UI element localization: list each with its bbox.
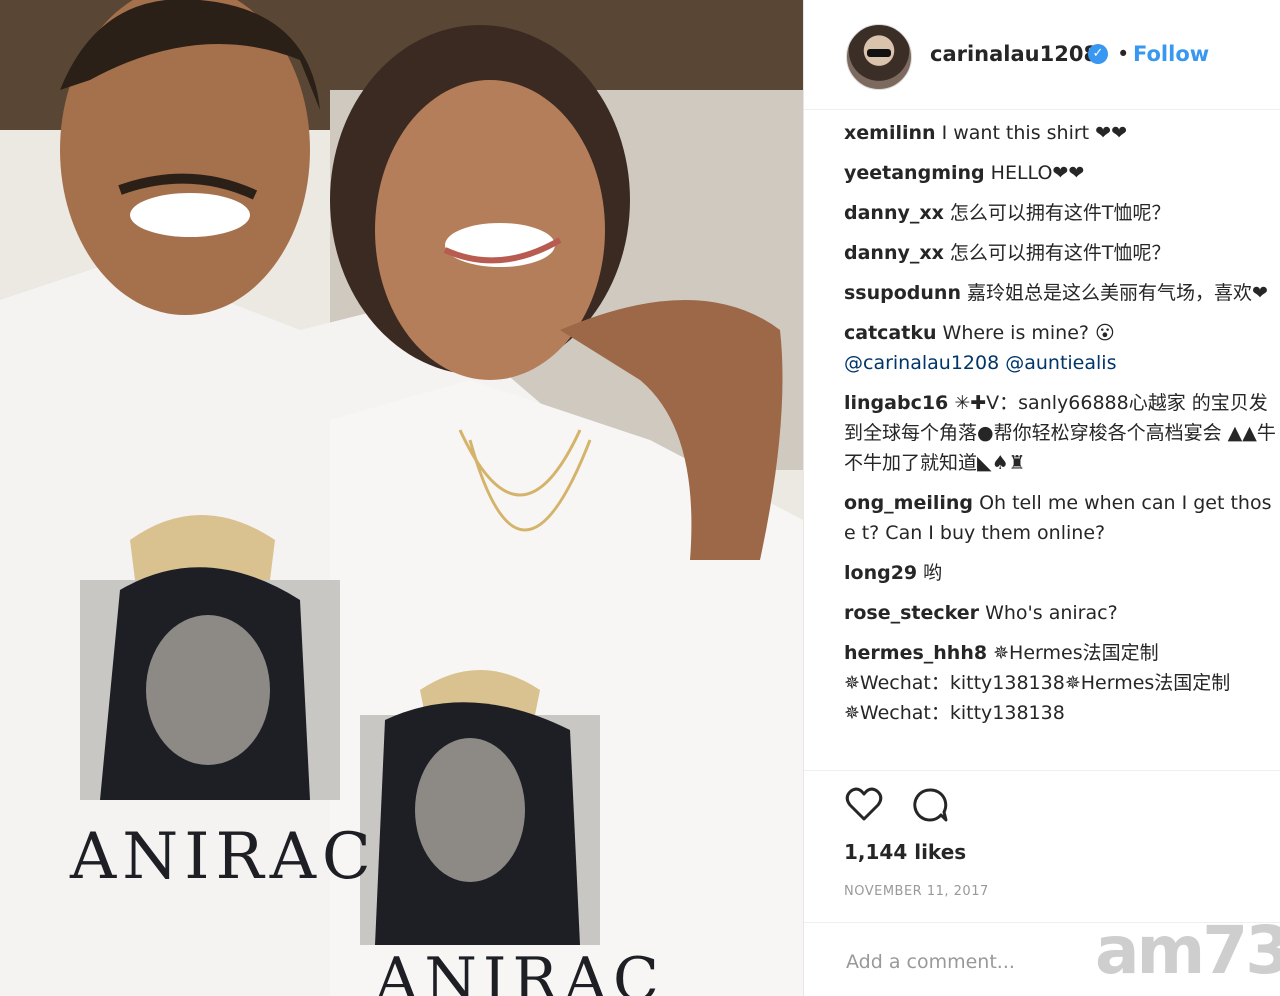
comment-username[interactable]: danny_xx: [844, 242, 944, 264]
likes-count[interactable]: 1,144 likes: [844, 840, 966, 864]
comment-username[interactable]: yeetangming: [844, 162, 985, 184]
post-side-panel: carinalau1208 ✓ • Follow xemilinn I want…: [803, 0, 1280, 996]
comment-username[interactable]: ong_meiling: [844, 492, 973, 514]
post-photo[interactable]: ANIRAC ANIRAC: [0, 0, 803, 996]
post-header: carinalau1208 ✓ • Follow: [804, 0, 1280, 110]
post-date: NOVEMBER 11, 2017: [844, 884, 989, 899]
comment-item: catcatku Where is mine? 😮 @carinalau1208 …: [844, 318, 1280, 378]
username[interactable]: carinalau1208: [930, 42, 1098, 66]
heart-icon[interactable]: [844, 785, 884, 825]
actions-divider: [804, 770, 1280, 772]
comment-item: danny_xx 怎么可以拥有这件T恤呢？: [844, 238, 1280, 268]
shirt-print-text-left: ANIRAC: [70, 820, 377, 894]
comment-item: hermes_hhh8 ✵Hermes法国定制 ✵Wechat：kitty138…: [844, 638, 1280, 728]
comment-username[interactable]: lingabc16: [844, 392, 948, 414]
comment-text: Who's anirac?: [979, 602, 1118, 624]
comment-item: ssupodunn 嘉玲姐总是这么美丽有气场，喜欢❤: [844, 278, 1280, 308]
comment-username[interactable]: rose_stecker: [844, 602, 979, 624]
comment-item: yeetangming HELLO❤❤: [844, 158, 1280, 188]
verified-badge-icon: ✓: [1088, 44, 1108, 64]
comment-bubble-icon[interactable]: [910, 785, 950, 825]
add-comment-input[interactable]: [844, 945, 1108, 979]
comment-username[interactable]: catcatku: [844, 322, 937, 344]
comment-username[interactable]: long29: [844, 562, 917, 584]
comment-text: HELLO❤❤: [984, 162, 1085, 184]
comment-username[interactable]: ssupodunn: [844, 282, 961, 304]
comment-item: lingabc16 ✳✚V：sanly66888心越家 的宝贝发到全球每个角落●…: [844, 388, 1280, 478]
comment-username[interactable]: danny_xx: [844, 202, 944, 224]
comment-text: 怎么可以拥有这件T恤呢？: [943, 242, 1171, 264]
comment-item: long29 哟: [844, 558, 1280, 588]
comment-item: rose_stecker Who's anirac?: [844, 598, 1280, 628]
watermark-logo: am730: [1095, 912, 1280, 989]
comment-text: Where is mine? 😮: [936, 322, 1115, 344]
comment-mentions[interactable]: @carinalau1208 @auntiealis: [844, 352, 1116, 374]
comment-item: ong_meiling Oh tell me when can I get th…: [844, 488, 1280, 548]
comment-item: xemilinn I want this shirt ❤❤: [844, 118, 1280, 148]
comment-text: 哟: [917, 562, 943, 584]
avatar[interactable]: [846, 24, 912, 90]
comment-text: 怎么可以拥有这件T恤呢？: [943, 202, 1171, 224]
avatar-glasses: [867, 49, 891, 57]
comments-list[interactable]: xemilinn I want this shirt ❤❤ yeetangming…: [844, 118, 1280, 758]
separator-dot: •: [1117, 42, 1130, 66]
follow-button[interactable]: Follow: [1133, 42, 1209, 66]
comment-item: danny_xx 怎么可以拥有这件T恤呢？: [844, 198, 1280, 228]
comment-username[interactable]: hermes_hhh8: [844, 642, 987, 664]
comment-text: 嘉玲姐总是这么美丽有气场，喜欢❤: [960, 282, 1268, 304]
comment-username[interactable]: xemilinn: [844, 122, 936, 144]
comment-text: I want this shirt ❤❤: [935, 122, 1127, 144]
shirt-print-text-right: ANIRAC: [375, 945, 665, 996]
